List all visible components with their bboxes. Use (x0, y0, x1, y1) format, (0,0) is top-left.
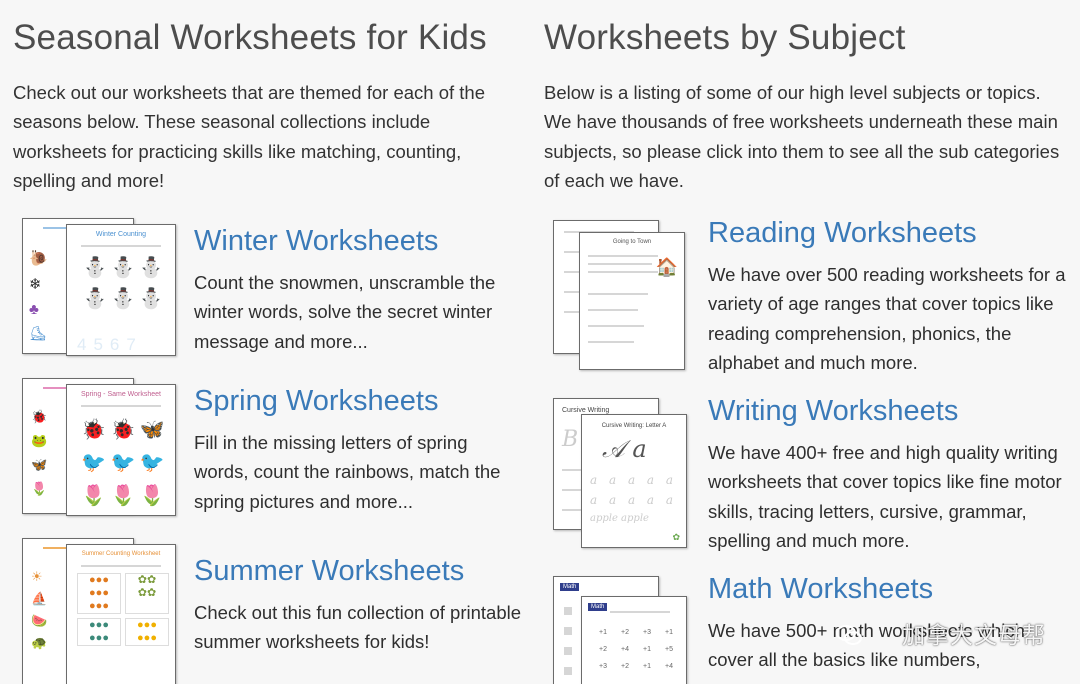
snowman-grid: ⛄ ⛄ ⛄ ⛄ ⛄ ⛄ (81, 255, 165, 311)
ladybug-icon: 🐞 (31, 409, 48, 424)
turtle-icon: 🐢 (31, 635, 48, 650)
writing-card[interactable]: Cursive Writing B Cursive Writing: Lette… (553, 394, 1073, 554)
math-sheet-front: Math +1 +2 +3 +1 +2 +4 +1 +5 +3 +2 +1 +4 (581, 596, 687, 684)
cursive-a-glyph: 𝒜 a (602, 435, 647, 463)
worksheet-logo-icon: ✿ (672, 532, 680, 542)
winter-sheet-front: Winter Counting ⛄ ⛄ ⛄ ⛄ ⛄ ⛄ 4567 (66, 224, 176, 356)
writing-description: We have 400+ free and high quality writi… (708, 442, 1062, 551)
sun-icon: ☀ (31, 569, 43, 584)
snowman-icon: ⛄ (110, 257, 136, 279)
winter-card[interactable]: 🐌 ❄ ♣ ⛸ Winter Counting ⛄ ⛄ ⛄ ⛄ ⛄ ⛄ 4567 Win… (22, 216, 522, 361)
reading-sheet-front: Going to Town 🏠 (579, 232, 685, 370)
tulip-icon: 🌷 (81, 485, 107, 507)
writing-title-link[interactable]: Writing Worksheets (708, 394, 1068, 428)
seasonal-title: Seasonal Worksheets for Kids (13, 18, 487, 57)
spring-title-link[interactable]: Spring Worksheets (194, 384, 524, 418)
butterfly-icon: 🦋 (31, 457, 48, 472)
summer-thumbnail[interactable]: ☀ ⛵ 🍉 🐢 Summer Counting Worksheet ●●● ●●●… (22, 536, 186, 684)
winter-title-link[interactable]: Winter Worksheets (194, 224, 524, 258)
winter-thumbnail[interactable]: 🐌 ❄ ♣ ⛸ Winter Counting ⛄ ⛄ ⛄ ⛄ ⛄ ⛄ 4567 (22, 216, 186, 356)
spring-description: Fill in the missing letters of spring wo… (194, 432, 501, 512)
math-problem-grid: +1 +2 +3 +1 +2 +4 +1 +5 +3 +2 +1 +4 (599, 629, 673, 670)
math-badge: Math (560, 583, 580, 591)
summer-sheet-front: Summer Counting Worksheet ●●● ●●● ●●● ✿✿ ✿✿… (66, 544, 176, 684)
spring-sheet-title: Spring - Same Worksheet (80, 391, 161, 398)
scarf-icon: ♣ (29, 301, 39, 318)
suns-box: ●●● ●●● (125, 618, 169, 646)
bird-icon: 🐦 (81, 452, 107, 474)
snowman-icon: ⛄ (110, 288, 136, 310)
reading-description: We have over 500 reading worksheets for … (708, 264, 1066, 373)
seasonal-intro: Check out our worksheets that are themed… (13, 82, 486, 191)
tulip-icon: 🌷 (110, 485, 136, 507)
summer-description: Check out this fun collection of printab… (194, 602, 522, 653)
spring-thumbnail[interactable]: 🐞 🐸 🦋 🌷 Spring - Same Worksheet 🐞 🐞 🦋 🐦 🐦 🐦 … (22, 376, 186, 516)
spring-card[interactable]: 🐞 🐸 🦋 🌷 Spring - Same Worksheet 🐞 🐞 🦋 🐦 🐦 🐦 … (22, 376, 522, 521)
spring-picture-grid: 🐞 🐞 🦋 🐦 🐦 🐦 🌷 🌷 🌷 (79, 417, 167, 508)
snowman-icon: ⛄ (138, 288, 164, 310)
writing-sheet-front: Cursive Writing: Letter A 𝒜 a a a a a a … (581, 414, 687, 548)
sled-icon: ⛸ (29, 325, 47, 341)
math-badge-front: Math (588, 603, 608, 611)
butterflies-box: ✿✿ ✿✿ (125, 573, 169, 614)
subject-title: Worksheets by Subject (544, 18, 906, 57)
bird-icon: 🐦 (139, 452, 165, 474)
snowman-icon: ⛄ (82, 288, 108, 310)
winter-description: Count the snowmen, unscramble the winter… (194, 272, 496, 352)
snowflake-icon: 🐌 (29, 250, 48, 267)
trace-row-2: a a a a a (590, 493, 678, 507)
tulip-icon: 🌷 (139, 485, 165, 507)
subject-column: Worksheets by Subject Below is a listing… (544, 0, 1064, 195)
math-thumbnail[interactable]: Math Math +1 +2 +3 +1 +2 +4 +1 +5 +3 +2 +1 +4 (553, 572, 717, 684)
ladybug-icon: 🐞 (110, 419, 136, 441)
bird-icon: 🐦 (110, 452, 136, 474)
summer-count-grid: ●●● ●●● ●●● ✿✿ ✿✿ ●●● ●●● ●●● ●●● (77, 573, 169, 646)
trace-row-3: apple apple (590, 513, 649, 524)
winter-sheet-title: Winter Counting (95, 231, 147, 238)
trace-row-1: a a a a a (590, 473, 678, 487)
butterfly-icon: 🦋 (139, 419, 165, 441)
writing-thumbnail[interactable]: Cursive Writing B Cursive Writing: Lette… (553, 394, 717, 548)
writing-back-title: Cursive Writing (562, 407, 610, 414)
subject-intro: Below is a listing of some of our high l… (544, 82, 1060, 191)
summer-card[interactable]: ☀ ⛵ 🍉 🐢 Summer Counting Worksheet ●●● ●●●… (22, 536, 522, 684)
reading-thumbnail[interactable]: Going to Town 🏠 (553, 216, 717, 370)
spring-sheet-front: Spring - Same Worksheet 🐞 🐞 🦋 🐦 🐦 🐦 🌷 🌷 🌷 (66, 384, 176, 516)
summer-title-link[interactable]: Summer Worksheets (194, 554, 534, 588)
ladybug-icon: 🐞 (81, 419, 107, 441)
wechat-icon (836, 625, 862, 645)
house-picture-icon: 🏠 (655, 257, 678, 277)
flower-icon: 🌷 (31, 481, 48, 496)
math-title-link[interactable]: Math Worksheets (708, 572, 1068, 606)
seasonal-column: Seasonal Worksheets for Kids Check out o… (13, 0, 523, 195)
snowman-icon: ⛄ (138, 257, 164, 279)
frog-icon: 🐸 (31, 433, 48, 448)
reading-card[interactable]: Going to Town 🏠 Reading Worksheets We ha… (553, 216, 1073, 376)
watermark-text: 加拿大文母帮 (902, 622, 1046, 648)
turtles-box: ●●● ●●● (77, 618, 121, 646)
writing-sheet-title: Cursive Writing: Letter A (601, 423, 667, 429)
watermelon-icon: 🍉 (31, 613, 48, 628)
cursive-b-glyph: B (562, 427, 579, 452)
reading-title-link[interactable]: Reading Worksheets (708, 216, 1068, 250)
mitten-icon: ❄ (29, 276, 42, 293)
boat-icon: ⛵ (31, 591, 48, 606)
faded-numbers: 4567 (77, 335, 143, 354)
orange-balls-box: ●●● ●●● ●●● (77, 573, 121, 614)
snowman-icon: ⛄ (82, 257, 108, 279)
summer-sheet-title: Summer Counting Worksheet (81, 551, 161, 557)
reading-sheet-title: Going to Town (612, 239, 652, 245)
